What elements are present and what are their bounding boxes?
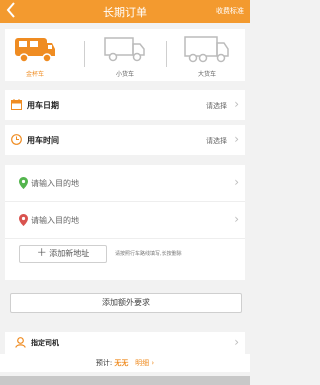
rate-standard-link[interactable]: 收费标准 xyxy=(216,6,244,16)
small-truck-icon xyxy=(104,37,145,62)
location-pin-icon xyxy=(19,214,28,226)
time-row[interactable]: 用车时间 请选择 › xyxy=(5,125,245,155)
date-label: 用车日期 xyxy=(27,101,59,110)
plus-icon: ＋ xyxy=(36,248,47,259)
date-value: 请选择 xyxy=(206,102,227,110)
vehicle-option-large-truck[interactable]: 大货车 xyxy=(177,29,237,81)
vehicle-selector: 金杯车 小货车 大货车 xyxy=(5,29,245,81)
page-title: 长期订单 xyxy=(103,6,147,19)
price-label: 预计: xyxy=(95,359,113,367)
large-truck-icon xyxy=(184,36,229,63)
vehicle-label: 金杯车 xyxy=(25,71,44,78)
add-address-button[interactable]: ＋ 添加新地址 xyxy=(19,245,107,263)
destination-input[interactable]: 请输入目的地 xyxy=(31,178,79,189)
price-bar: 预计: 无无 明细 › xyxy=(0,354,250,372)
price-value: 无无 xyxy=(114,359,129,367)
driver-label: 指定司机 xyxy=(31,339,59,347)
chevron-right-icon: › xyxy=(234,97,239,111)
van-icon xyxy=(15,38,55,63)
vehicle-option-small-truck[interactable]: 小货车 xyxy=(95,29,155,81)
destination-input[interactable]: 请输入目的地 xyxy=(31,215,79,226)
divider xyxy=(166,41,167,67)
divider xyxy=(5,238,245,239)
chevron-right-icon: › xyxy=(234,212,239,226)
submit-bar[interactable] xyxy=(0,376,250,385)
driver-row[interactable]: 指定司机 › xyxy=(5,332,245,354)
date-row[interactable]: 用车日期 请选择 › xyxy=(5,90,245,120)
clock-icon xyxy=(11,134,22,145)
address-item[interactable]: 请输入目的地 › xyxy=(5,165,245,201)
address-hint: 请按照行车路线填写,长按删除 xyxy=(115,251,182,257)
location-pin-icon xyxy=(19,177,28,189)
time-value: 请选择 xyxy=(206,137,227,145)
person-icon xyxy=(15,337,26,348)
chevron-right-icon: › xyxy=(234,132,239,146)
divider xyxy=(84,41,85,67)
price-detail-link[interactable]: 明细 xyxy=(135,359,149,367)
chevron-right-icon: › xyxy=(234,175,239,189)
vehicle-option-van[interactable]: 金杯车 xyxy=(5,29,65,81)
chevron-right-icon: › xyxy=(151,359,155,367)
vehicle-label: 小货车 xyxy=(115,71,134,78)
add-address-label: 添加新地址 xyxy=(49,249,90,258)
time-label: 用车时间 xyxy=(27,136,59,145)
address-item[interactable]: 请输入目的地 › xyxy=(5,202,245,238)
calendar-icon xyxy=(11,99,22,110)
vehicle-label: 大货车 xyxy=(197,71,216,78)
chevron-right-icon: › xyxy=(234,335,239,349)
extra-requirements-button[interactable]: 添加额外要求 xyxy=(10,293,242,313)
address-panel: 请输入目的地 › 请输入目的地 › ＋ 添加新地址 请按照行车路线填写,长按删除 xyxy=(5,165,245,280)
header-bar: 长期订单 收费标准 xyxy=(0,0,250,23)
